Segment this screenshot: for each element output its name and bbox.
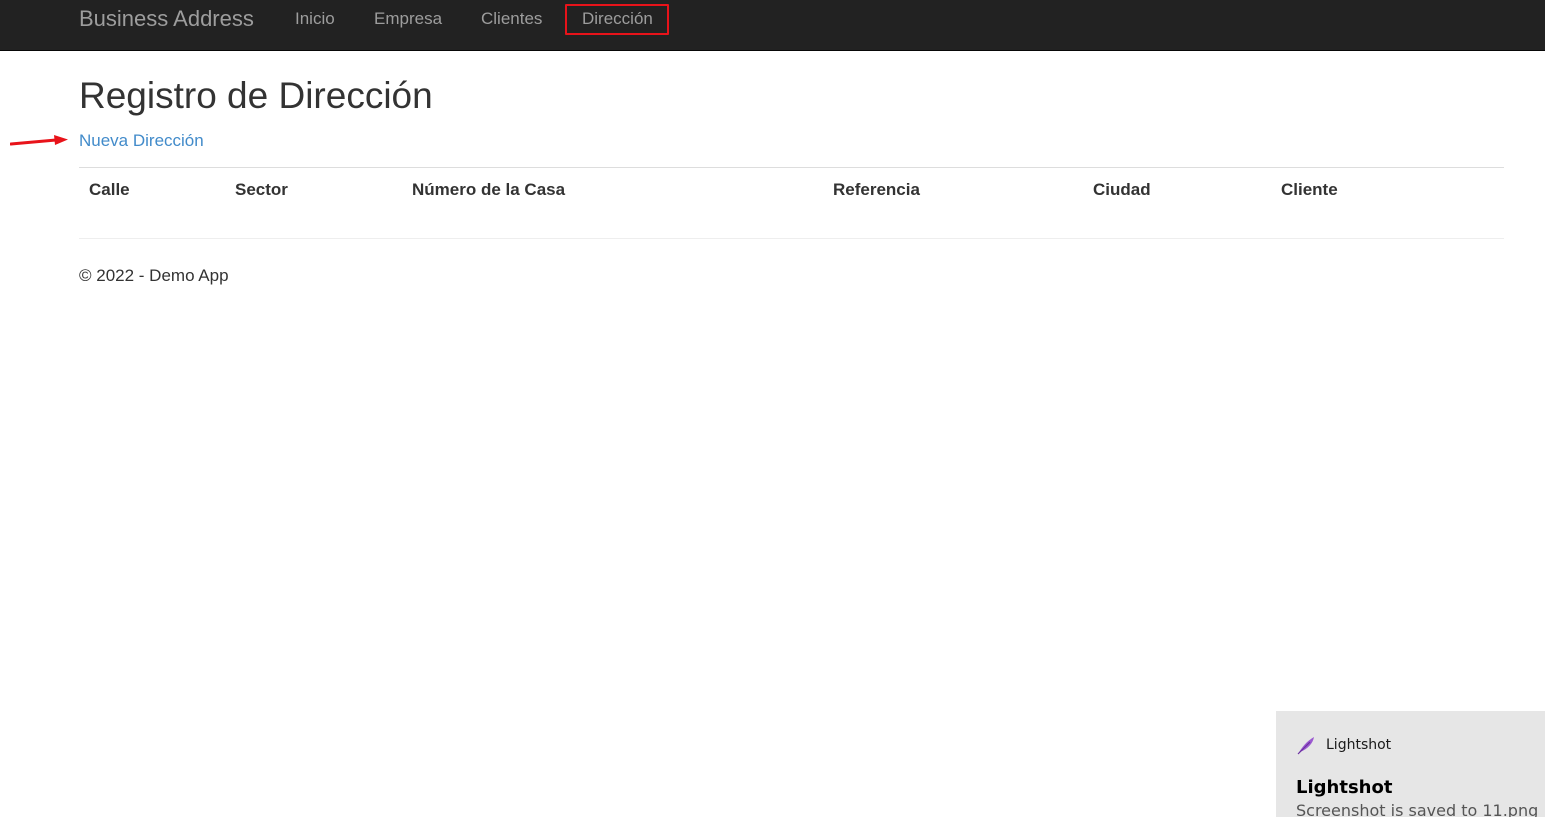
column-header-numero-casa: Número de la Casa	[412, 180, 566, 199]
nav-item-empresa[interactable]: Empresa	[374, 8, 442, 30]
feather-icon	[1297, 737, 1314, 755]
nav-item-inicio[interactable]: Inicio	[295, 8, 335, 30]
nav-item-clientes[interactable]: Clientes	[481, 8, 542, 30]
nav-item-direccion[interactable]: Dirección	[582, 8, 653, 30]
page-title: Registro de Dirección	[79, 75, 433, 116]
brand-link[interactable]: Business Address	[79, 6, 254, 32]
top-navbar: Business Address Inicio Empresa Clientes…	[0, 0, 1545, 51]
table-top-border	[79, 167, 1504, 168]
lightshot-notification[interactable]: Lightshot Lightshot Screenshot is saved …	[1276, 711, 1545, 817]
footer-divider	[79, 238, 1504, 239]
new-address-link[interactable]: Nueva Dirección	[79, 131, 204, 151]
notification-message: Screenshot is saved to 11.png	[1296, 801, 1539, 817]
column-header-sector: Sector	[235, 180, 288, 199]
notification-app-name: Lightshot	[1326, 737, 1392, 753]
column-header-calle: Calle	[89, 180, 130, 199]
column-header-ciudad: Ciudad	[1093, 180, 1151, 199]
column-header-cliente: Cliente	[1281, 180, 1338, 199]
footer-copyright: © 2022 - Demo App	[79, 266, 229, 285]
arrow-annotation-icon	[10, 135, 68, 146]
column-header-referencia: Referencia	[833, 180, 920, 199]
notification-title: Lightshot	[1296, 777, 1393, 798]
